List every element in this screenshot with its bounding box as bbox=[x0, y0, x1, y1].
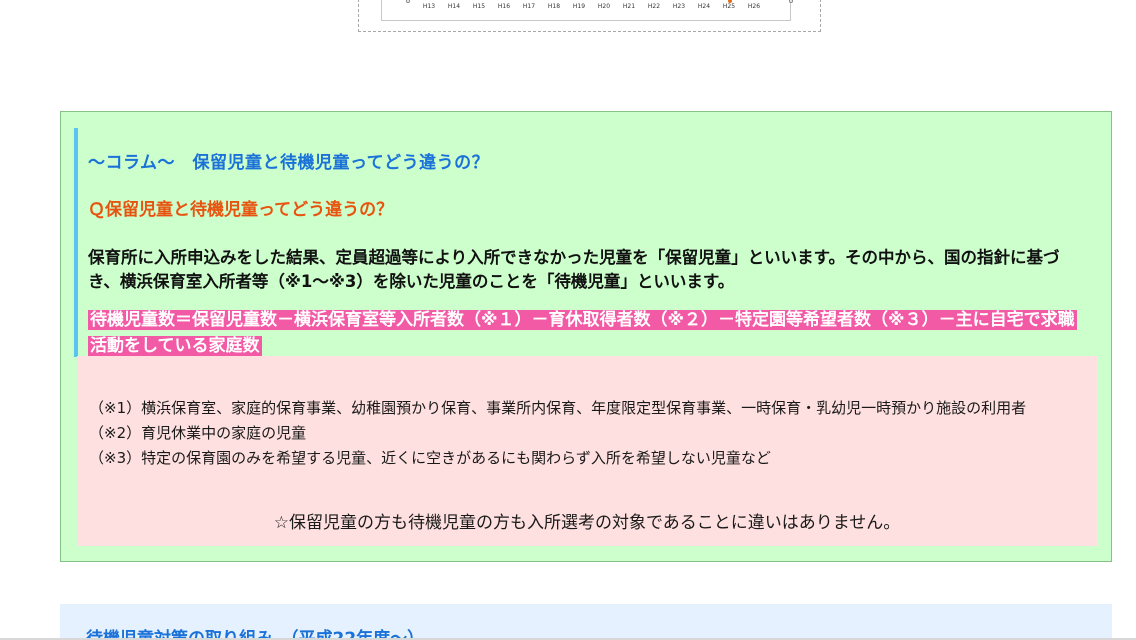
chart-tick-label: H25 bbox=[722, 3, 736, 10]
chart-tick-label: H19 bbox=[572, 3, 586, 10]
chart-fragment: H13 H14 H15 H16 H17 H18 H19 H20 H21 H22 H23 H24 H25 H… bbox=[358, 0, 821, 32]
chart-point bbox=[789, 0, 793, 3]
chart-tick-label: H13 bbox=[422, 3, 436, 10]
chart-tick-label: H24 bbox=[697, 3, 711, 10]
chart-tick-label: H14 bbox=[447, 3, 461, 10]
chart-tick-label: H15 bbox=[472, 3, 486, 10]
chart-tick-label: H18 bbox=[547, 3, 561, 10]
question-heading: Ｑ保留児童と待機児童ってどう違うの？ bbox=[88, 200, 394, 220]
chart-tick-label: H17 bbox=[522, 3, 536, 10]
chart-tick-label: H22 bbox=[647, 3, 661, 10]
column-body-text: 保育所に入所申込みをした結果、定員超過等により入所できなかった児童を「保留児童」… bbox=[88, 248, 1060, 291]
note-item: （※1）横浜保育室、家庭的保育事業、幼稚園預かり保育、事業所内保育、年度限定型保… bbox=[89, 399, 1027, 417]
notes-list: （※1）横浜保育室、家庭的保育事業、幼稚園預かり保育、事業所内保育、年度限定型保… bbox=[89, 396, 1084, 471]
notes-box: （※1）横浜保育室、家庭的保育事業、幼稚園預かり保育、事業所内保育、年度限定型保… bbox=[77, 356, 1097, 546]
column-box: 〜コラム〜 保留児童と待機児童ってどう違うの？ Ｑ保留児童と待機児童ってどう違う… bbox=[60, 111, 1112, 562]
star-note: ☆保留児童の方も待機児童の方も入所選考の対象であることに違いはありません。 bbox=[273, 513, 901, 533]
chart-tick-label: H20 bbox=[597, 3, 611, 10]
chart-tick-label: H23 bbox=[672, 3, 686, 10]
formula-text: 待機児童数＝保留児童数－横浜保育室等入所者数（※１）－育休取得者数（※２）－特定… bbox=[88, 310, 1077, 356]
column-header-section: 〜コラム〜 保留児童と待機児童ってどう違うの？ Ｑ保留児童と待機児童ってどう違う… bbox=[74, 128, 1104, 357]
note-item: （※2）育児休業中の家庭の児童 bbox=[89, 424, 307, 442]
formula-highlight: 待機児童数＝保留児童数－横浜保育室等入所者数（※１）－育休取得者数（※２）－特定… bbox=[88, 307, 1088, 359]
chart-tick-label: H21 bbox=[622, 3, 636, 10]
page: H13 H14 H15 H16 H17 H18 H19 H20 H21 H22 H23 H24 H25 H… bbox=[0, 0, 1136, 640]
next-section: 待機児童対策の取り組み （平成22年度〜） bbox=[60, 604, 1112, 640]
column-title: 〜コラム〜 保留児童と待機児童ってどう違うの？ bbox=[88, 153, 490, 173]
chart-tick-label: H26 bbox=[747, 3, 761, 10]
note-item: （※3）特定の保育園のみを希望する児童、近くに空きがあるにも関わらず入所を希望し… bbox=[89, 449, 771, 467]
chart-tick-label: H16 bbox=[497, 3, 511, 10]
